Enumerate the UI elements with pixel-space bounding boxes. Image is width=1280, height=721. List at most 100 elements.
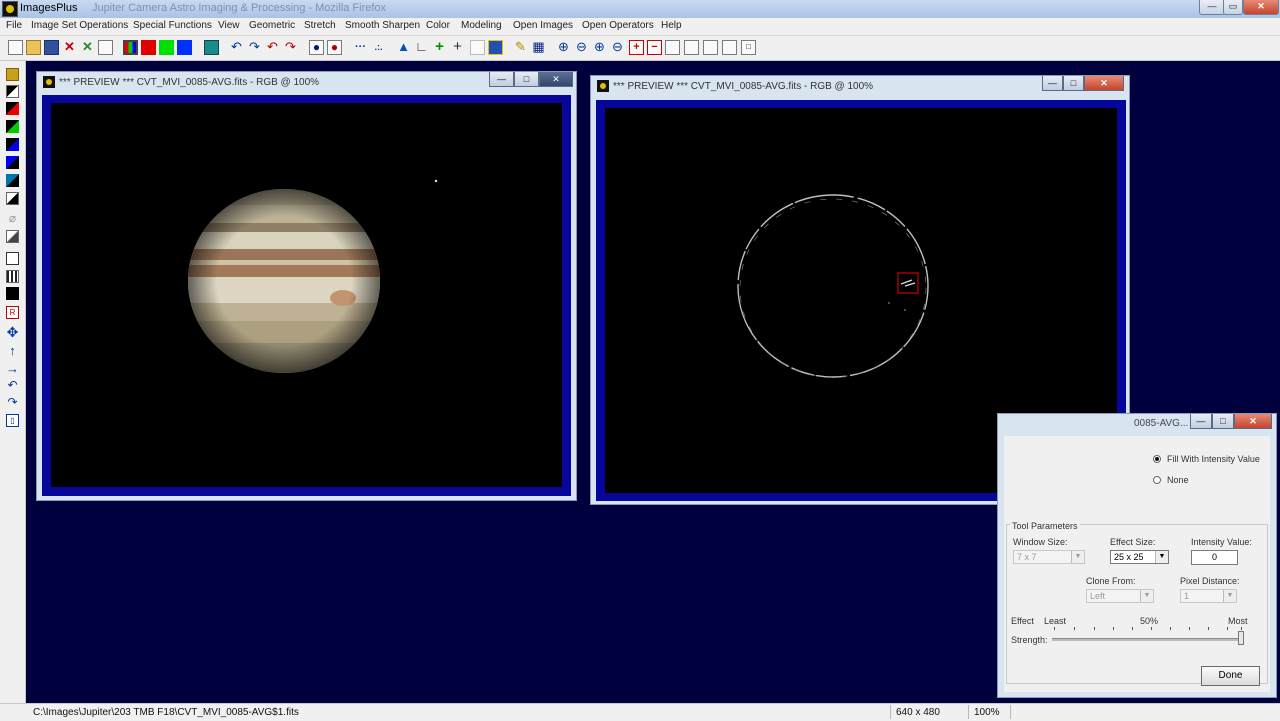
- add-icon[interactable]: +: [432, 39, 447, 55]
- redo-all-icon[interactable]: ↷: [283, 40, 298, 55]
- teal-black-icon[interactable]: [6, 174, 19, 187]
- window-size-select[interactable]: 7 x 7 ▼: [1013, 550, 1085, 564]
- close-window-button[interactable]: ✕: [1084, 76, 1124, 91]
- slider-tick: [1132, 627, 1133, 630]
- maximize-window-button[interactable]: □: [514, 72, 539, 87]
- maximize-app-button[interactable]: ▭: [1223, 0, 1243, 15]
- plus-box-icon[interactable]: +: [629, 40, 644, 55]
- frame-icon[interactable]: [6, 252, 19, 265]
- slider-thumb[interactable]: [1238, 631, 1244, 645]
- window-box-3-icon[interactable]: [703, 40, 718, 55]
- page-icon[interactable]: ▯: [6, 414, 19, 427]
- intensity-value-input[interactable]: 0: [1191, 550, 1238, 565]
- zoom-actual-icon[interactable]: ⊖: [610, 40, 625, 55]
- blue-channel-icon[interactable]: [177, 40, 192, 55]
- blue-black-icon[interactable]: [6, 156, 19, 169]
- maximize-dialog-button[interactable]: □: [1212, 414, 1234, 429]
- main-toolbar: ✕ ✕ ↶ ↷ ↶ ↷ ● ● ··· .:. ▲ ∟ + + ✎ ▦ ⊕ ⊖ …: [0, 36, 1280, 61]
- preview-window-left[interactable]: *** PREVIEW *** CVT_MVI_0085-AVG.fits - …: [36, 71, 577, 501]
- done-button[interactable]: Done: [1201, 666, 1260, 686]
- close-image-icon[interactable]: ✕: [62, 40, 77, 55]
- arrow-up-icon[interactable]: ↑: [6, 344, 19, 357]
- window-box-2-icon[interactable]: [684, 40, 699, 55]
- close-app-button[interactable]: ✕: [1243, 0, 1279, 15]
- white-black-icon[interactable]: [6, 192, 19, 205]
- minimize-dialog-button[interactable]: —: [1190, 414, 1212, 429]
- pencil-icon[interactable]: ✎: [513, 40, 528, 55]
- red-channel-icon[interactable]: [141, 40, 156, 55]
- zoom-out-icon[interactable]: ⊖: [574, 40, 589, 55]
- minus-box-icon[interactable]: −: [647, 40, 662, 55]
- undo-icon[interactable]: ↶: [229, 40, 244, 55]
- crosshair-icon[interactable]: +: [450, 39, 465, 55]
- image-canvas-left[interactable]: [51, 103, 562, 487]
- none-label: None: [1167, 475, 1189, 485]
- zoom-in-icon[interactable]: ⊕: [556, 40, 571, 55]
- strength-slider[interactable]: [1052, 624, 1244, 648]
- solid-black-icon[interactable]: [6, 287, 19, 300]
- grid-icon[interactable]: [204, 40, 219, 55]
- pixel-distance-select[interactable]: 1 ▼: [1180, 589, 1237, 603]
- copy-window-icon[interactable]: [98, 40, 113, 55]
- none-radio[interactable]: [1153, 476, 1161, 484]
- menu-open-operators[interactable]: Open Operators: [582, 20, 654, 31]
- window-box-4-icon[interactable]: [722, 40, 737, 55]
- menu-image-set-operations[interactable]: Image Set Operations: [31, 20, 128, 31]
- maximize-window-button[interactable]: □: [1063, 76, 1084, 91]
- bars-icon[interactable]: [6, 270, 19, 283]
- green-channel-icon[interactable]: [159, 40, 174, 55]
- undo-all-icon[interactable]: ↶: [265, 40, 280, 55]
- record-red-icon[interactable]: ●: [327, 40, 342, 55]
- slider-tick: [1227, 627, 1228, 630]
- black-white-icon[interactable]: [6, 85, 19, 98]
- clone-from-select[interactable]: Left ▼: [1086, 589, 1154, 603]
- window-box-1-icon[interactable]: [665, 40, 680, 55]
- menu-special-functions[interactable]: Special Functions: [133, 20, 212, 31]
- new-file-icon[interactable]: [8, 40, 23, 55]
- black-green-icon[interactable]: [6, 120, 19, 133]
- close-all-icon[interactable]: ✕: [80, 40, 95, 55]
- rotate-right-icon[interactable]: ↷: [6, 396, 19, 409]
- fill-intensity-radio[interactable]: [1153, 455, 1161, 463]
- minimize-app-button[interactable]: —: [1199, 0, 1225, 15]
- rotate-left-icon[interactable]: ↶: [6, 379, 19, 392]
- menu-bar: File Image Set Operations Special Functi…: [0, 18, 1280, 36]
- close-window-button[interactable]: ✕: [539, 72, 573, 87]
- window-box-5-icon[interactable]: □: [741, 40, 756, 55]
- menu-view[interactable]: View: [218, 20, 240, 31]
- image-edit-icon[interactable]: [488, 40, 503, 55]
- close-dialog-button[interactable]: ✕: [1234, 414, 1272, 429]
- menu-geometric[interactable]: Geometric: [249, 20, 295, 31]
- tool-dialog[interactable]: 0085-AVG... — □ ✕ Fill With Intensity Va…: [997, 413, 1277, 698]
- save-icon[interactable]: [44, 40, 59, 55]
- menu-color[interactable]: Color: [426, 20, 450, 31]
- pixel-points-icon[interactable]: .:.: [371, 40, 386, 55]
- menu-smooth-sharpen[interactable]: Smooth Sharpen: [345, 20, 420, 31]
- menu-file[interactable]: File: [6, 20, 22, 31]
- gradient-icon[interactable]: [6, 230, 19, 243]
- menu-help[interactable]: Help: [661, 20, 682, 31]
- rgb-channels-icon[interactable]: [123, 40, 138, 55]
- menu-modeling[interactable]: Modeling: [461, 20, 502, 31]
- minimize-window-button[interactable]: —: [1042, 76, 1063, 91]
- open-folder-icon[interactable]: [26, 40, 41, 55]
- menu-open-images[interactable]: Open Images: [513, 20, 573, 31]
- effect-size-select[interactable]: 25 x 25 ▼: [1110, 550, 1169, 564]
- red-select-icon[interactable]: R: [6, 306, 19, 319]
- black-blue-icon[interactable]: [6, 138, 19, 151]
- selection-icon[interactable]: [470, 40, 485, 55]
- save-left-icon[interactable]: [6, 68, 19, 81]
- move-icon[interactable]: ✥: [6, 325, 19, 339]
- angle-icon[interactable]: ∟: [414, 40, 429, 55]
- mountain-icon[interactable]: ▲: [396, 40, 411, 55]
- menu-stretch[interactable]: Stretch: [304, 20, 336, 31]
- arrow-right-icon[interactable]: →: [6, 362, 19, 375]
- dotted-line-icon[interactable]: ···: [353, 40, 368, 55]
- minimize-window-button[interactable]: —: [489, 72, 514, 87]
- matrix-icon[interactable]: ▦: [531, 40, 546, 55]
- zoom-fit-icon[interactable]: ⊕: [592, 40, 607, 55]
- redo-icon[interactable]: ↷: [247, 40, 262, 55]
- black-red-icon[interactable]: [6, 102, 19, 115]
- record-blue-icon[interactable]: ●: [309, 40, 324, 55]
- dialog-title: 0085-AVG...: [1134, 418, 1189, 429]
